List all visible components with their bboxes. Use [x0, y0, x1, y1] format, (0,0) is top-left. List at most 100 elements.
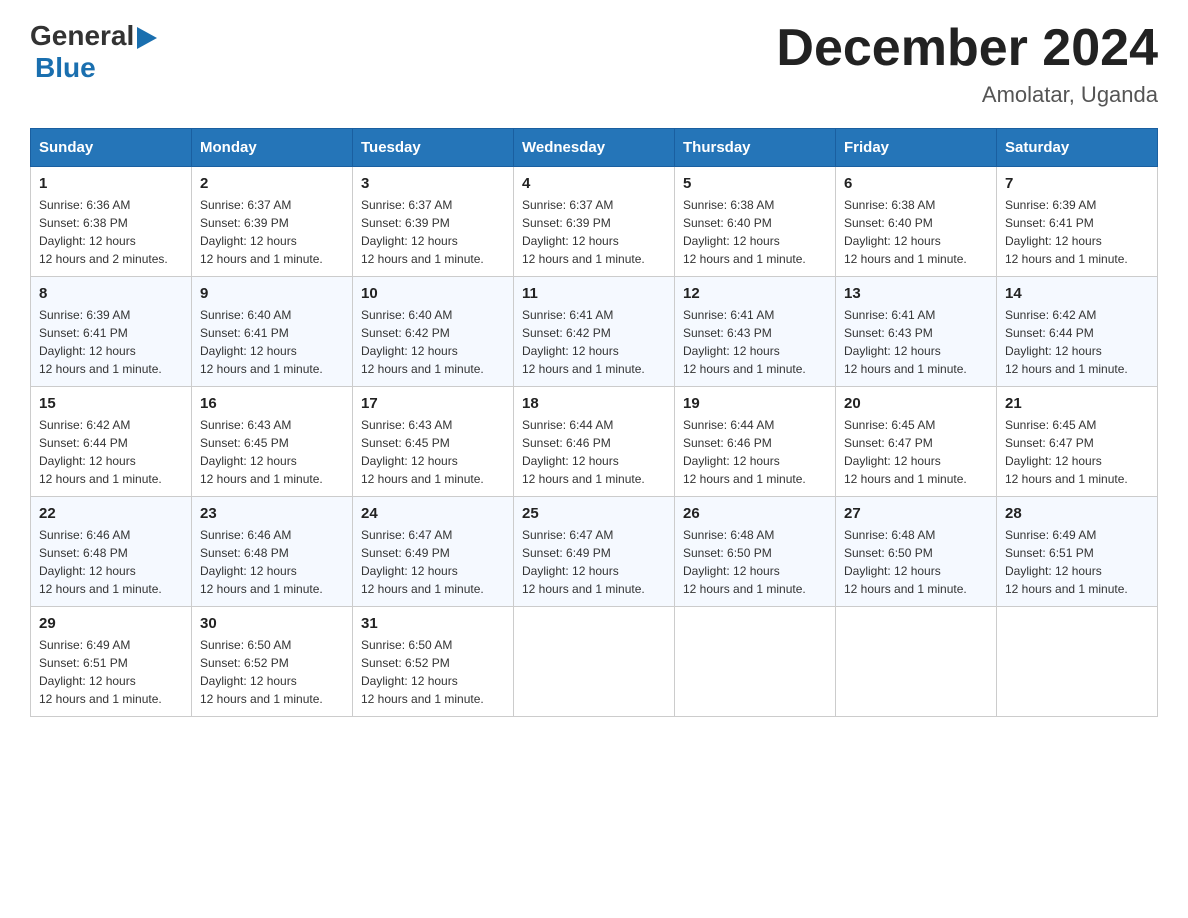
day-number: 31: [361, 615, 505, 632]
calendar-cell: 25 Sunrise: 6:47 AMSunset: 6:49 PMDaylig…: [514, 497, 675, 607]
location-subtitle: Amolatar, Uganda: [776, 82, 1158, 108]
calendar-cell: 16 Sunrise: 6:43 AMSunset: 6:45 PMDaylig…: [192, 387, 353, 497]
weekday-header-saturday: Saturday: [997, 129, 1158, 167]
day-info: Sunrise: 6:45 AMSunset: 6:47 PMDaylight:…: [844, 418, 967, 486]
day-info: Sunrise: 6:37 AMSunset: 6:39 PMDaylight:…: [361, 198, 484, 266]
calendar-week-row: 22 Sunrise: 6:46 AMSunset: 6:48 PMDaylig…: [31, 497, 1158, 607]
day-number: 6: [844, 175, 988, 192]
day-info: Sunrise: 6:50 AMSunset: 6:52 PMDaylight:…: [361, 638, 484, 706]
day-info: Sunrise: 6:49 AMSunset: 6:51 PMDaylight:…: [1005, 528, 1128, 596]
calendar-cell: 31 Sunrise: 6:50 AMSunset: 6:52 PMDaylig…: [353, 607, 514, 717]
day-number: 13: [844, 285, 988, 302]
day-number: 1: [39, 175, 183, 192]
day-number: 23: [200, 505, 344, 522]
day-number: 17: [361, 395, 505, 412]
day-info: Sunrise: 6:41 AMSunset: 6:42 PMDaylight:…: [522, 308, 645, 376]
month-title: December 2024: [776, 20, 1158, 77]
day-info: Sunrise: 6:42 AMSunset: 6:44 PMDaylight:…: [39, 418, 162, 486]
logo-general-text: General: [30, 20, 134, 52]
day-info: Sunrise: 6:39 AMSunset: 6:41 PMDaylight:…: [39, 308, 162, 376]
day-number: 19: [683, 395, 827, 412]
calendar-cell: 4 Sunrise: 6:37 AMSunset: 6:39 PMDayligh…: [514, 167, 675, 277]
calendar-cell: 11 Sunrise: 6:41 AMSunset: 6:42 PMDaylig…: [514, 277, 675, 387]
calendar-cell: 30 Sunrise: 6:50 AMSunset: 6:52 PMDaylig…: [192, 607, 353, 717]
weekday-header-tuesday: Tuesday: [353, 129, 514, 167]
calendar-cell: 1 Sunrise: 6:36 AMSunset: 6:38 PMDayligh…: [31, 167, 192, 277]
calendar-cell: 21 Sunrise: 6:45 AMSunset: 6:47 PMDaylig…: [997, 387, 1158, 497]
day-number: 29: [39, 615, 183, 632]
day-info: Sunrise: 6:46 AMSunset: 6:48 PMDaylight:…: [200, 528, 323, 596]
day-info: Sunrise: 6:36 AMSunset: 6:38 PMDaylight:…: [39, 198, 168, 266]
calendar-cell: 28 Sunrise: 6:49 AMSunset: 6:51 PMDaylig…: [997, 497, 1158, 607]
day-number: 27: [844, 505, 988, 522]
calendar-cell: 3 Sunrise: 6:37 AMSunset: 6:39 PMDayligh…: [353, 167, 514, 277]
day-info: Sunrise: 6:47 AMSunset: 6:49 PMDaylight:…: [522, 528, 645, 596]
day-number: 30: [200, 615, 344, 632]
calendar-cell: 24 Sunrise: 6:47 AMSunset: 6:49 PMDaylig…: [353, 497, 514, 607]
day-number: 21: [1005, 395, 1149, 412]
calendar-cell: 12 Sunrise: 6:41 AMSunset: 6:43 PMDaylig…: [675, 277, 836, 387]
day-number: 15: [39, 395, 183, 412]
day-number: 20: [844, 395, 988, 412]
calendar-cell: 2 Sunrise: 6:37 AMSunset: 6:39 PMDayligh…: [192, 167, 353, 277]
day-number: 8: [39, 285, 183, 302]
day-info: Sunrise: 6:50 AMSunset: 6:52 PMDaylight:…: [200, 638, 323, 706]
calendar-cell: 10 Sunrise: 6:40 AMSunset: 6:42 PMDaylig…: [353, 277, 514, 387]
day-number: 5: [683, 175, 827, 192]
day-info: Sunrise: 6:43 AMSunset: 6:45 PMDaylight:…: [200, 418, 323, 486]
day-info: Sunrise: 6:44 AMSunset: 6:46 PMDaylight:…: [522, 418, 645, 486]
day-info: Sunrise: 6:45 AMSunset: 6:47 PMDaylight:…: [1005, 418, 1128, 486]
calendar-cell: 23 Sunrise: 6:46 AMSunset: 6:48 PMDaylig…: [192, 497, 353, 607]
day-number: 28: [1005, 505, 1149, 522]
calendar-cell: 8 Sunrise: 6:39 AMSunset: 6:41 PMDayligh…: [31, 277, 192, 387]
day-number: 26: [683, 505, 827, 522]
calendar-cell: 9 Sunrise: 6:40 AMSunset: 6:41 PMDayligh…: [192, 277, 353, 387]
weekday-header-wednesday: Wednesday: [514, 129, 675, 167]
calendar-cell: [514, 607, 675, 717]
calendar-cell: 18 Sunrise: 6:44 AMSunset: 6:46 PMDaylig…: [514, 387, 675, 497]
day-info: Sunrise: 6:40 AMSunset: 6:42 PMDaylight:…: [361, 308, 484, 376]
calendar-header-row: SundayMondayTuesdayWednesdayThursdayFrid…: [31, 129, 1158, 167]
calendar-table: SundayMondayTuesdayWednesdayThursdayFrid…: [30, 128, 1158, 717]
calendar-week-row: 8 Sunrise: 6:39 AMSunset: 6:41 PMDayligh…: [31, 277, 1158, 387]
day-number: 4: [522, 175, 666, 192]
calendar-cell: 6 Sunrise: 6:38 AMSunset: 6:40 PMDayligh…: [836, 167, 997, 277]
day-info: Sunrise: 6:38 AMSunset: 6:40 PMDaylight:…: [844, 198, 967, 266]
calendar-cell: 7 Sunrise: 6:39 AMSunset: 6:41 PMDayligh…: [997, 167, 1158, 277]
calendar-cell: 17 Sunrise: 6:43 AMSunset: 6:45 PMDaylig…: [353, 387, 514, 497]
calendar-cell: 14 Sunrise: 6:42 AMSunset: 6:44 PMDaylig…: [997, 277, 1158, 387]
day-number: 22: [39, 505, 183, 522]
logo-triangle-icon: [134, 23, 157, 49]
logo: General Blue: [30, 20, 157, 84]
day-number: 10: [361, 285, 505, 302]
calendar-cell: 27 Sunrise: 6:48 AMSunset: 6:50 PMDaylig…: [836, 497, 997, 607]
day-info: Sunrise: 6:49 AMSunset: 6:51 PMDaylight:…: [39, 638, 162, 706]
day-number: 14: [1005, 285, 1149, 302]
day-number: 2: [200, 175, 344, 192]
day-info: Sunrise: 6:42 AMSunset: 6:44 PMDaylight:…: [1005, 308, 1128, 376]
calendar-cell: [836, 607, 997, 717]
calendar-week-row: 15 Sunrise: 6:42 AMSunset: 6:44 PMDaylig…: [31, 387, 1158, 497]
page-header: General Blue December 2024 Amolatar, Uga…: [30, 20, 1158, 108]
day-number: 25: [522, 505, 666, 522]
day-number: 7: [1005, 175, 1149, 192]
weekday-header-friday: Friday: [836, 129, 997, 167]
day-info: Sunrise: 6:37 AMSunset: 6:39 PMDaylight:…: [522, 198, 645, 266]
calendar-cell: 22 Sunrise: 6:46 AMSunset: 6:48 PMDaylig…: [31, 497, 192, 607]
calendar-week-row: 29 Sunrise: 6:49 AMSunset: 6:51 PMDaylig…: [31, 607, 1158, 717]
weekday-header-monday: Monday: [192, 129, 353, 167]
day-info: Sunrise: 6:39 AMSunset: 6:41 PMDaylight:…: [1005, 198, 1128, 266]
calendar-cell: [675, 607, 836, 717]
calendar-cell: 20 Sunrise: 6:45 AMSunset: 6:47 PMDaylig…: [836, 387, 997, 497]
day-info: Sunrise: 6:38 AMSunset: 6:40 PMDaylight:…: [683, 198, 806, 266]
day-info: Sunrise: 6:41 AMSunset: 6:43 PMDaylight:…: [844, 308, 967, 376]
day-info: Sunrise: 6:48 AMSunset: 6:50 PMDaylight:…: [683, 528, 806, 596]
calendar-cell: 5 Sunrise: 6:38 AMSunset: 6:40 PMDayligh…: [675, 167, 836, 277]
calendar-cell: [997, 607, 1158, 717]
calendar-cell: 15 Sunrise: 6:42 AMSunset: 6:44 PMDaylig…: [31, 387, 192, 497]
day-info: Sunrise: 6:40 AMSunset: 6:41 PMDaylight:…: [200, 308, 323, 376]
weekday-header-thursday: Thursday: [675, 129, 836, 167]
day-info: Sunrise: 6:47 AMSunset: 6:49 PMDaylight:…: [361, 528, 484, 596]
day-info: Sunrise: 6:37 AMSunset: 6:39 PMDaylight:…: [200, 198, 323, 266]
calendar-cell: 13 Sunrise: 6:41 AMSunset: 6:43 PMDaylig…: [836, 277, 997, 387]
